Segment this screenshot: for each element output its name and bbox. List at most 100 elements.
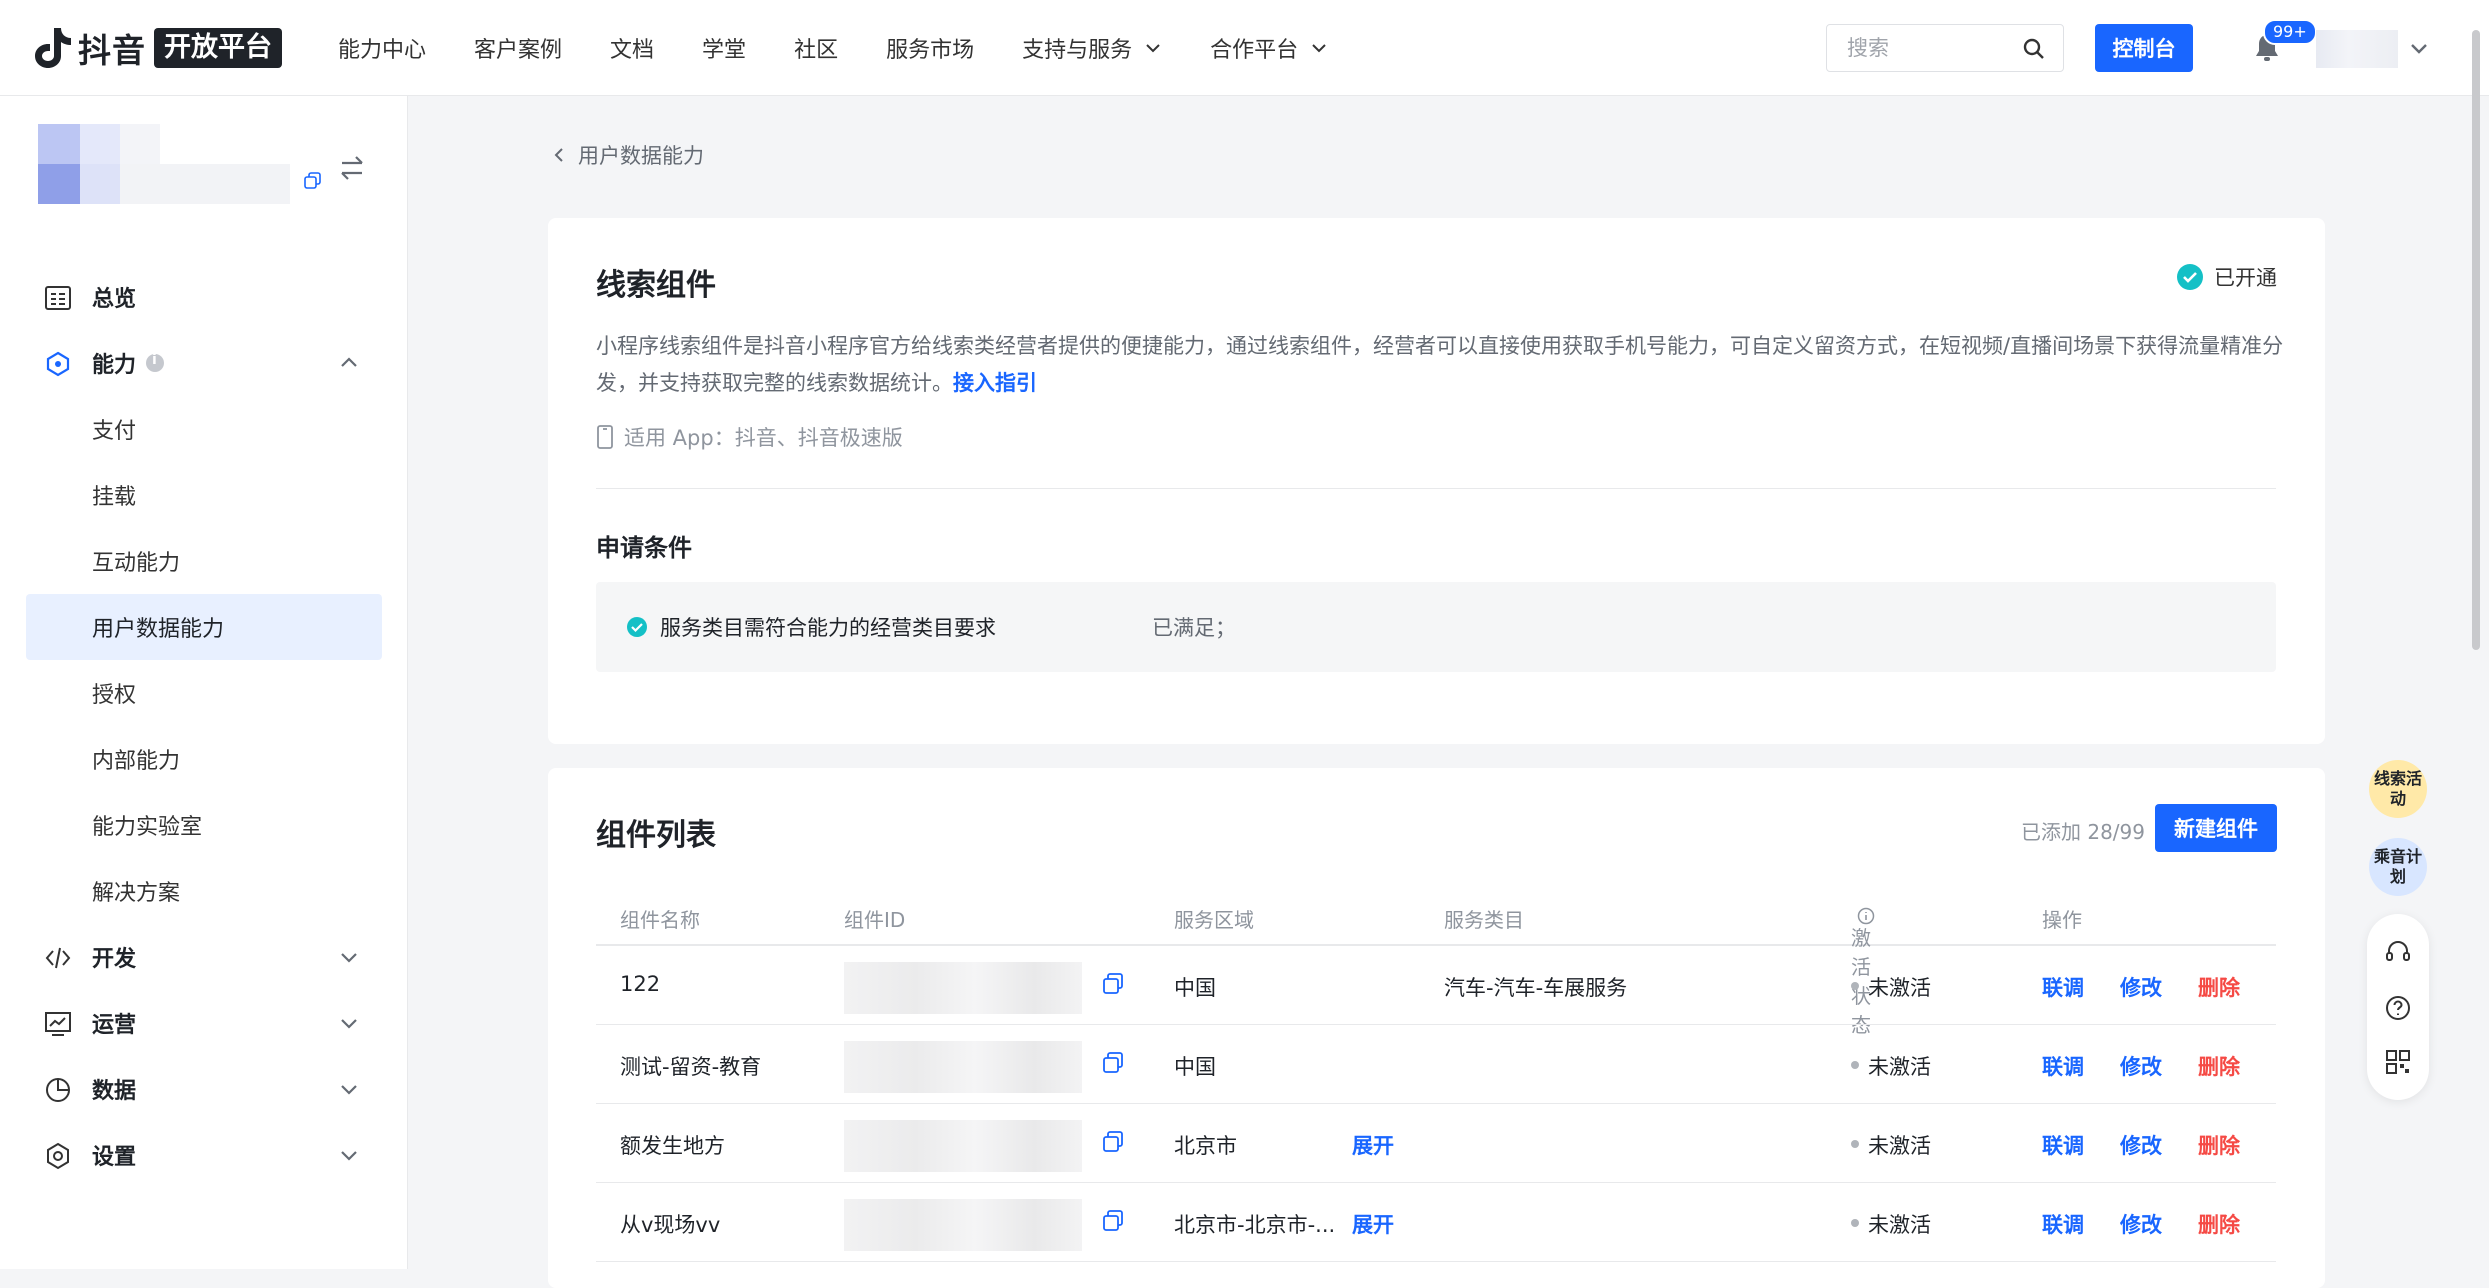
row-id-redacted [844,1041,1082,1093]
sidebar-item-payment[interactable]: 支付 [0,396,408,462]
nav-academy[interactable]: 学堂 [702,32,746,64]
copy-icon[interactable] [1101,1051,1125,1075]
row-category: 汽车-汽车-车展服务 [1444,976,1628,1000]
component-table: 组件名称 组件ID 服务区域 服务类目 激活状态 操作 122 中国 汽车-汽车… [596,886,2276,1262]
copy-icon[interactable] [304,172,322,190]
code-icon [45,947,71,969]
sidebar-item-develop[interactable]: 开发 [0,924,408,990]
check-circle-icon [2177,264,2203,290]
col-actions: 操作 [2042,908,2082,932]
switch-app-icon[interactable] [338,154,366,182]
debug-link[interactable]: 联调 [2042,1051,2084,1081]
copy-icon[interactable] [1101,972,1125,996]
delete-link[interactable]: 删除 [2198,1051,2240,1081]
description-text: 小程序线索组件是抖音小程序官方给线索类经营者提供的便捷能力，通过线索组件，经营者… [596,334,2284,395]
search-icon[interactable] [2021,36,2047,62]
condition-box: 服务类目需符合能力的经营类目要求 已满足； [596,582,2276,672]
row-region: 北京市-北京市-... [1174,1213,1336,1237]
app-avatar [38,124,298,232]
guide-link[interactable]: 接入指引 [953,371,1037,395]
conditions-title: 申请条件 [596,534,692,562]
plan-badge[interactable]: 乘音计划 [2369,838,2427,896]
capability-icon [46,351,70,377]
sidebar-item-mount[interactable]: 挂载 [0,462,408,528]
qrcode-icon[interactable] [2384,1048,2412,1076]
search-box[interactable] [1826,24,2064,72]
nav-docs[interactable]: 文档 [610,32,654,64]
operations-chart-icon [45,1012,71,1036]
tiktok-note-icon [35,28,71,68]
edit-link[interactable]: 修改 [2120,1051,2162,1081]
delete-link[interactable]: 删除 [2198,1209,2240,1239]
edit-link[interactable]: 修改 [2120,1130,2162,1160]
row-id-redacted [844,962,1082,1014]
help-icon[interactable] [2384,994,2412,1022]
sidebar: 总览 能力 支付 挂载 互动能力 用户数据能力 授权 内部能力 能力实验室 解决… [0,96,408,1269]
new-component-button[interactable]: 新建组件 [2155,804,2277,852]
nav-support-dropdown[interactable]: 支持与服务 [1022,32,1162,64]
col-category: 服务类目 [1444,908,1524,932]
edit-link[interactable]: 修改 [2120,1209,2162,1239]
copy-icon[interactable] [1101,1130,1125,1154]
table-row: 额发生地方 北京市 展开 未激活 联调 修改 删除 [596,1104,2276,1183]
sidebar-item-capability[interactable]: 能力 [0,330,408,396]
sidebar-item-authorization[interactable]: 授权 [0,660,408,726]
delete-link[interactable]: 删除 [2198,972,2240,1002]
row-region: 北京市 [1174,1134,1237,1158]
scrollbar-thumb[interactable] [2472,30,2480,650]
console-button[interactable]: 控制台 [2095,24,2193,72]
sidebar-item-label: 设置 [92,1145,137,1170]
apps-text: 适用 App：抖音、抖音极速版 [624,426,903,450]
lead-activity-badge[interactable]: 线索活动 [2369,760,2427,818]
expand-link[interactable]: 展开 [1352,1209,1394,1239]
debug-link[interactable]: 联调 [2042,972,2084,1002]
sidebar-item-data[interactable]: 数据 [0,1056,408,1122]
sidebar-item-internal[interactable]: 内部能力 [0,726,408,792]
info-icon[interactable] [146,352,165,372]
nav-customer-cases[interactable]: 客户案例 [474,32,562,64]
nav-partner-dropdown[interactable]: 合作平台 [1210,32,1328,64]
expand-link[interactable]: 展开 [1352,1130,1394,1160]
table-row: 测试-留资-教育 中国 未激活 联调 修改 删除 [596,1025,2276,1104]
delete-link[interactable]: 删除 [2198,1130,2240,1160]
sidebar-item-interaction[interactable]: 互动能力 [0,528,408,594]
row-id-redacted [844,1120,1082,1172]
row-region: 中国 [1174,976,1216,1000]
sidebar-item-label: 开发 [92,947,137,972]
condition-text: 服务类目需符合能力的经营类目要求 [660,616,996,640]
debug-link[interactable]: 联调 [2042,1209,2084,1239]
nav-community[interactable]: 社区 [794,32,838,64]
condition-status: 已满足； [1152,616,1236,640]
row-name: 从v现场vv [620,1213,721,1237]
nav-capability-center[interactable]: 能力中心 [338,32,426,64]
headset-icon[interactable] [2384,938,2412,966]
sidebar-item-label: 运营 [92,1013,137,1038]
debug-link[interactable]: 联调 [2042,1130,2084,1160]
notification-badge: 99+ [2263,19,2317,45]
edit-link[interactable]: 修改 [2120,972,2162,1002]
sidebar-item-overview[interactable]: 总览 [0,264,408,330]
breadcrumb[interactable]: 用户数据能力 [550,140,704,170]
sidebar-item-settings[interactable]: 设置 [0,1122,408,1188]
douyin-logo[interactable]: 抖音 开放平台 [32,24,282,72]
logo-badge: 开放平台 [154,28,282,68]
sidebar-item-solutions[interactable]: 解决方案 [0,858,408,924]
chevron-down-icon[interactable] [2407,36,2431,60]
col-status: 激活状态 [1851,904,1875,1037]
sidebar-item-operate[interactable]: 运营 [0,990,408,1056]
sidebar-item-user-data[interactable]: 用户数据能力 [26,594,382,660]
copy-icon[interactable] [1101,1209,1125,1233]
search-input[interactable] [1845,35,2015,61]
sidebar-item-label: 数据 [92,1079,137,1104]
floating-help-panel [2367,914,2429,1100]
nav-partner-label: 合作平台 [1210,38,1299,63]
component-info-card: 线索组件 已开通 小程序线索组件是抖音小程序官方给线索类经营者提供的便捷能力，通… [548,218,2325,744]
nav-service-market[interactable]: 服务市场 [886,32,974,64]
sidebar-item-label: 能力 [92,353,137,378]
row-status: 未激活 [1868,1134,1931,1158]
component-list-card: 组件列表 已添加 28/99 新建组件 组件名称 组件ID 服务区域 服务类目 … [548,768,2325,1288]
chevron-down-icon [341,1085,357,1095]
user-avatar[interactable] [2316,30,2398,68]
row-name: 测试-留资-教育 [620,1055,762,1079]
sidebar-item-lab[interactable]: 能力实验室 [0,792,408,858]
